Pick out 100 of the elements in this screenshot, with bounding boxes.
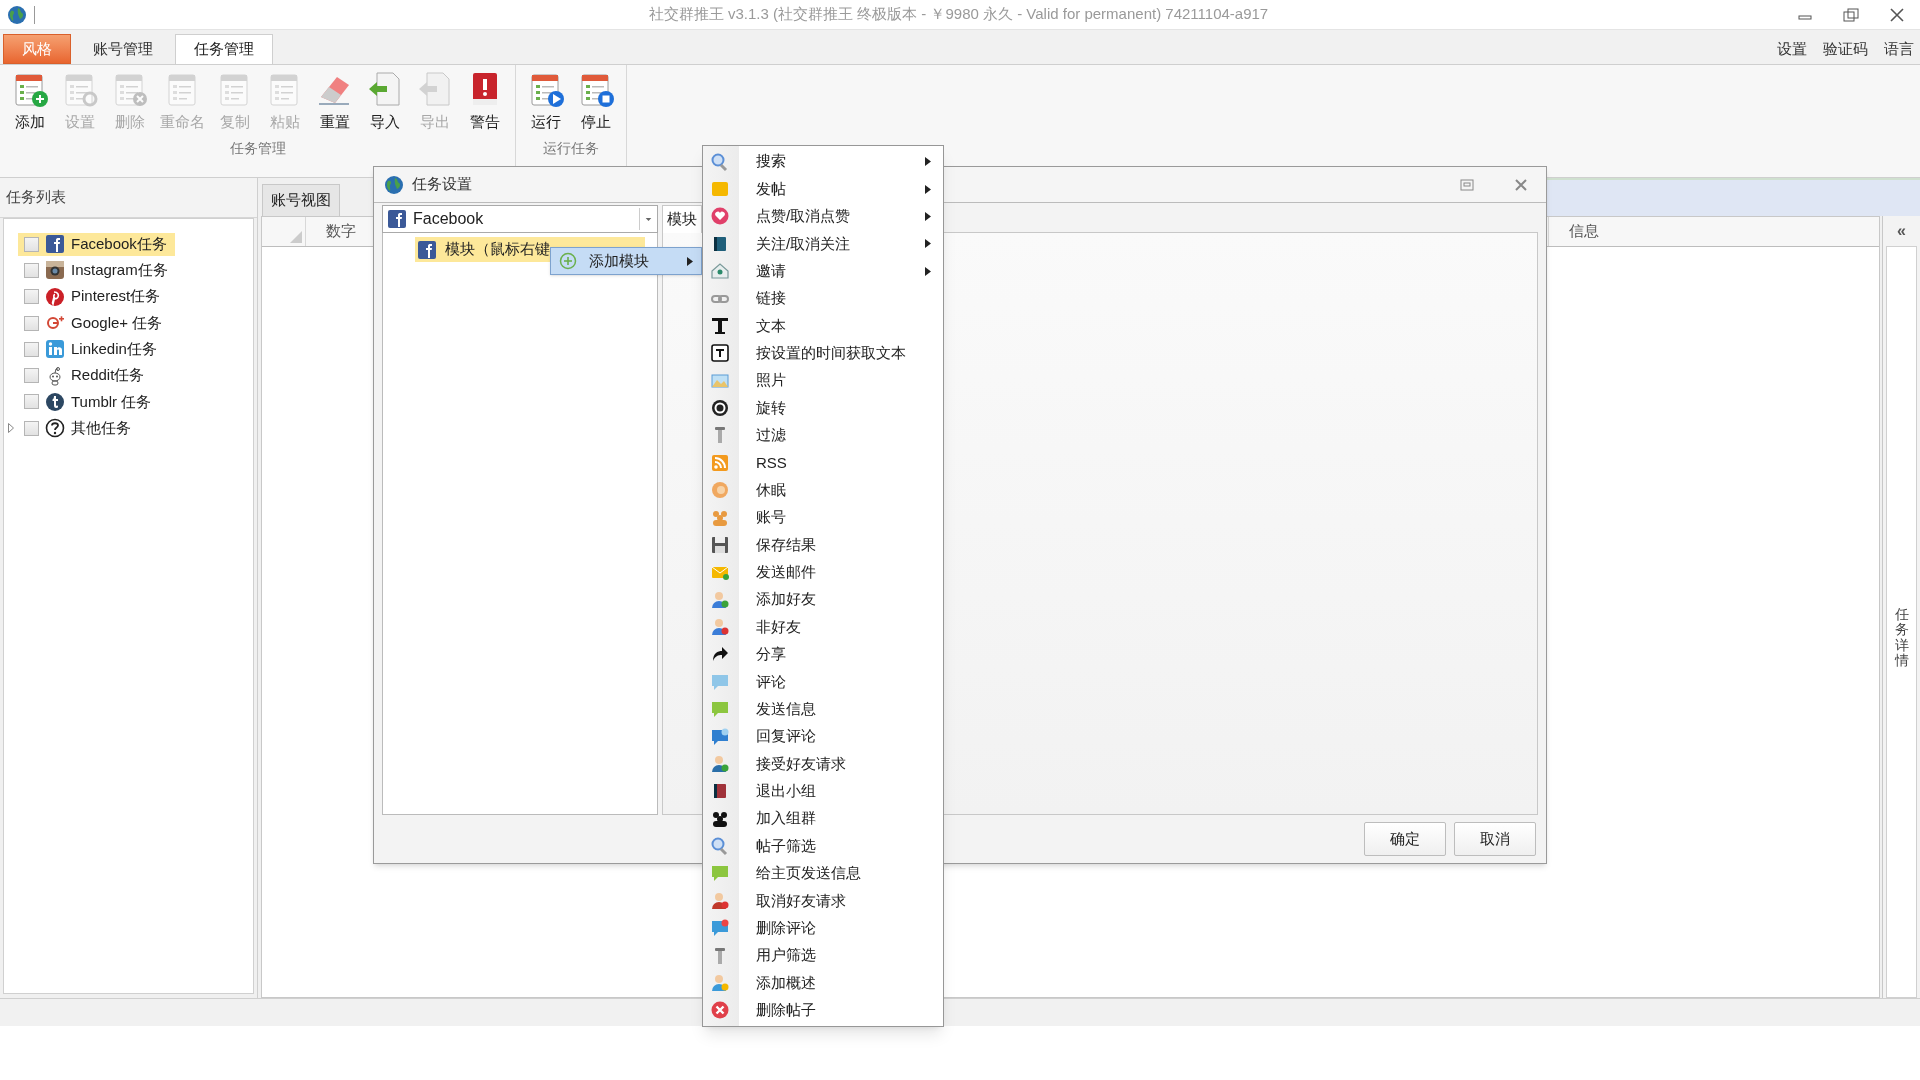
menu-item[interactable]: 删除帖子 — [703, 996, 943, 1024]
view-tab[interactable]: 账号视图 — [262, 184, 340, 216]
remove-user-icon — [710, 617, 730, 638]
reply-icon — [710, 726, 730, 747]
submenu-arrow-icon — [925, 266, 931, 276]
ribbon-button[interactable]: 警告 — [461, 69, 509, 134]
menu-item[interactable]: 邀请 — [703, 257, 943, 285]
ribbon-button[interactable]: 重置 — [311, 69, 359, 134]
add-user-icon — [710, 589, 730, 610]
menu-item[interactable]: 按设置的时间获取文本 — [703, 339, 943, 367]
menu-item[interactable]: 休眠 — [703, 476, 943, 504]
menu-item[interactable]: 发送邮件 — [703, 558, 943, 586]
help-circle-icon — [45, 418, 65, 439]
menu-item[interactable]: 账号 — [703, 503, 943, 532]
menu-item[interactable]: 接受好友请求 — [703, 750, 943, 778]
remove-user-icon — [710, 890, 730, 911]
column-header[interactable]: 信息 — [1548, 217, 1879, 246]
menu-item[interactable]: 取消好友请求 — [703, 887, 943, 915]
ribbon-button[interactable]: 运行 — [522, 69, 570, 134]
facebook-icon — [417, 239, 437, 260]
menu-item[interactable]: RSS — [703, 449, 943, 477]
dialog-title: 任务设置 — [412, 174, 472, 195]
menu-item[interactable]: 帖子筛选 — [703, 832, 943, 860]
dialog-button[interactable]: 取消 — [1454, 822, 1536, 856]
ribbon-tab[interactable]: 任务管理 — [175, 34, 273, 64]
menu-item[interactable]: 照片 — [703, 367, 943, 395]
menu-item[interactable]: 关注/取消关注 — [703, 230, 943, 258]
menu-item[interactable]: 删除评论 — [703, 914, 943, 942]
ribbon-tab[interactable]: 账号管理 — [75, 34, 171, 64]
menu-item[interactable]: 回复评论 — [703, 722, 943, 751]
close-icon — [1890, 7, 1904, 22]
menu-item[interactable]: 添加好友 — [703, 586, 943, 614]
task-item[interactable]: Pinterest任务 — [18, 285, 169, 309]
menu-item[interactable]: 发帖 — [703, 175, 943, 203]
task-item[interactable]: 其他任务 — [18, 416, 139, 440]
task-label: Pinterest任务 — [71, 286, 161, 307]
checkbox[interactable] — [24, 420, 39, 436]
task-item[interactable]: Facebook任务 — [18, 232, 175, 256]
search-icon — [710, 836, 730, 857]
submenu-arrow-icon — [925, 239, 931, 249]
house-icon — [710, 261, 730, 282]
text-box-icon — [710, 343, 730, 364]
menu-item[interactable]: 加入组群 — [703, 805, 943, 833]
menu-item[interactable]: 点赞/取消点赞 — [703, 202, 943, 231]
checkbox[interactable] — [24, 394, 39, 410]
group-label: 运行任务 — [542, 138, 600, 158]
task-item[interactable]: Reddit任务 — [18, 364, 153, 388]
task-label: Tumblr 任务 — [71, 391, 152, 412]
panel-title: 任务列表 — [6, 187, 66, 208]
comment-delete-icon — [710, 918, 730, 939]
ribbon-button[interactable]: 停止 — [572, 69, 620, 134]
module-tab[interactable]: 模块 — [662, 205, 702, 233]
menu-item[interactable]: 添加概述 — [703, 969, 943, 997]
task-item[interactable]: Linkedin任务 — [18, 337, 165, 361]
top-link[interactable]: 验证码 — [1823, 37, 1868, 61]
checkbox[interactable] — [24, 262, 39, 278]
menu-item[interactable]: 用户筛选 — [703, 941, 943, 970]
menu-item[interactable]: 链接 — [703, 284, 943, 313]
menu-item[interactable]: 退出小组 — [703, 777, 943, 805]
collapse-button[interactable]: « — [1883, 216, 1920, 246]
task-item[interactable]: Instagram任务 — [18, 258, 176, 282]
user-icon — [710, 972, 730, 993]
target-icon — [710, 398, 730, 419]
linkedin-icon — [45, 339, 65, 360]
ribbon-button[interactable]: 添加 — [6, 69, 54, 134]
ribbon-button[interactable]: 导入 — [361, 69, 409, 134]
menu-item[interactable]: 分享 — [703, 640, 943, 669]
top-link[interactable]: 设置 — [1777, 37, 1807, 61]
task-item[interactable]: Tumblr 任务 — [18, 390, 160, 414]
task-label: Google+ 任务 — [71, 312, 163, 333]
dialog-button[interactable]: 确定 — [1364, 822, 1446, 856]
menu-item[interactable]: 给主页发送信息 — [703, 859, 943, 888]
platform-select[interactable]: Facebook — [382, 205, 658, 233]
text-icon — [710, 315, 730, 336]
task-label: 其他任务 — [71, 417, 131, 438]
menu-item[interactable]: 搜索 — [703, 148, 943, 176]
chat-bubble-icon — [710, 699, 730, 720]
facebook-icon — [387, 209, 407, 229]
checkbox[interactable] — [24, 368, 39, 384]
submenu-arrow-icon — [925, 157, 931, 167]
menu-item[interactable]: 过滤 — [703, 421, 943, 450]
menu-item[interactable]: 文本 — [703, 312, 943, 340]
menu-item[interactable]: 旋转 — [703, 394, 943, 422]
menu-item[interactable]: 保存结果 — [703, 531, 943, 559]
task-item[interactable]: Google+ 任务 — [18, 311, 171, 335]
popup-menu-item[interactable]: 添加模块 — [550, 247, 702, 275]
checkbox[interactable] — [24, 289, 39, 305]
submenu-arrow-icon — [925, 211, 931, 221]
menu-item[interactable]: 非好友 — [703, 613, 943, 641]
menu-item[interactable]: 评论 — [703, 668, 943, 696]
globe-icon — [384, 174, 404, 195]
expand-arrow-icon[interactable] — [8, 423, 14, 434]
checkbox[interactable] — [24, 315, 39, 331]
task-label: Linkedin任务 — [71, 339, 157, 360]
top-link[interactable]: 语言 — [1884, 37, 1914, 61]
restore-icon — [1843, 7, 1859, 22]
checkbox[interactable] — [24, 236, 39, 252]
menu-item[interactable]: 发送信息 — [703, 695, 943, 723]
checkbox[interactable] — [24, 341, 39, 357]
task-label: Instagram任务 — [71, 260, 168, 281]
